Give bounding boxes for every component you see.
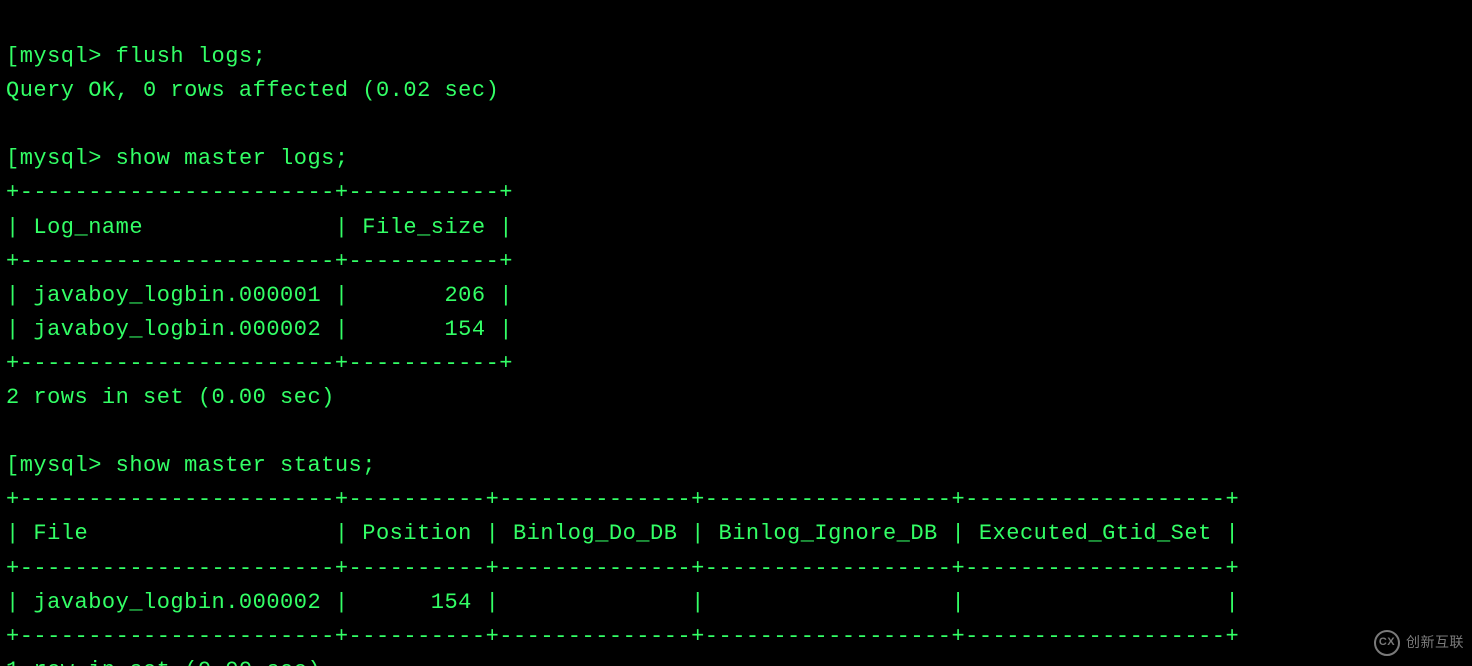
rows-summary: 1 row in set (0.00 sec) — [6, 658, 321, 666]
rows-summary: 2 rows in set (0.00 sec) — [6, 385, 335, 410]
query-ok: Query OK, 0 rows affected (0.02 sec) — [6, 78, 499, 103]
watermark-brand: 创新互联 — [1406, 632, 1464, 654]
prompt-line: [mysql> flush logs; — [6, 44, 266, 69]
table-row: | javaboy_logbin.000001 | 206 | — [6, 283, 513, 308]
prompt-line: [mysql> show master logs; — [6, 146, 349, 171]
table-border: +-----------------------+-----------+ — [6, 180, 513, 205]
table-border: +-----------------------+----------+----… — [6, 487, 1239, 512]
table-row: | javaboy_logbin.000002 | 154 | | | | — [6, 590, 1239, 615]
watermark-logo-icon: CX — [1374, 630, 1400, 656]
table-header-row: | File | Position | Binlog_Do_DB | Binlo… — [6, 521, 1239, 546]
watermark: CX 创新互联 — [1374, 630, 1464, 656]
table-header-row: | Log_name | File_size | — [6, 215, 513, 240]
table-border: +-----------------------+-----------+ — [6, 351, 513, 376]
table-row: | javaboy_logbin.000002 | 154 | — [6, 317, 513, 342]
terminal-output[interactable]: [mysql> flush logs; Query OK, 0 rows aff… — [0, 0, 1472, 666]
prompt-line: [mysql> show master status; — [6, 453, 376, 478]
table-border: +-----------------------+----------+----… — [6, 556, 1239, 581]
table-border: +-----------------------+----------+----… — [6, 624, 1239, 649]
table-border: +-----------------------+-----------+ — [6, 249, 513, 274]
